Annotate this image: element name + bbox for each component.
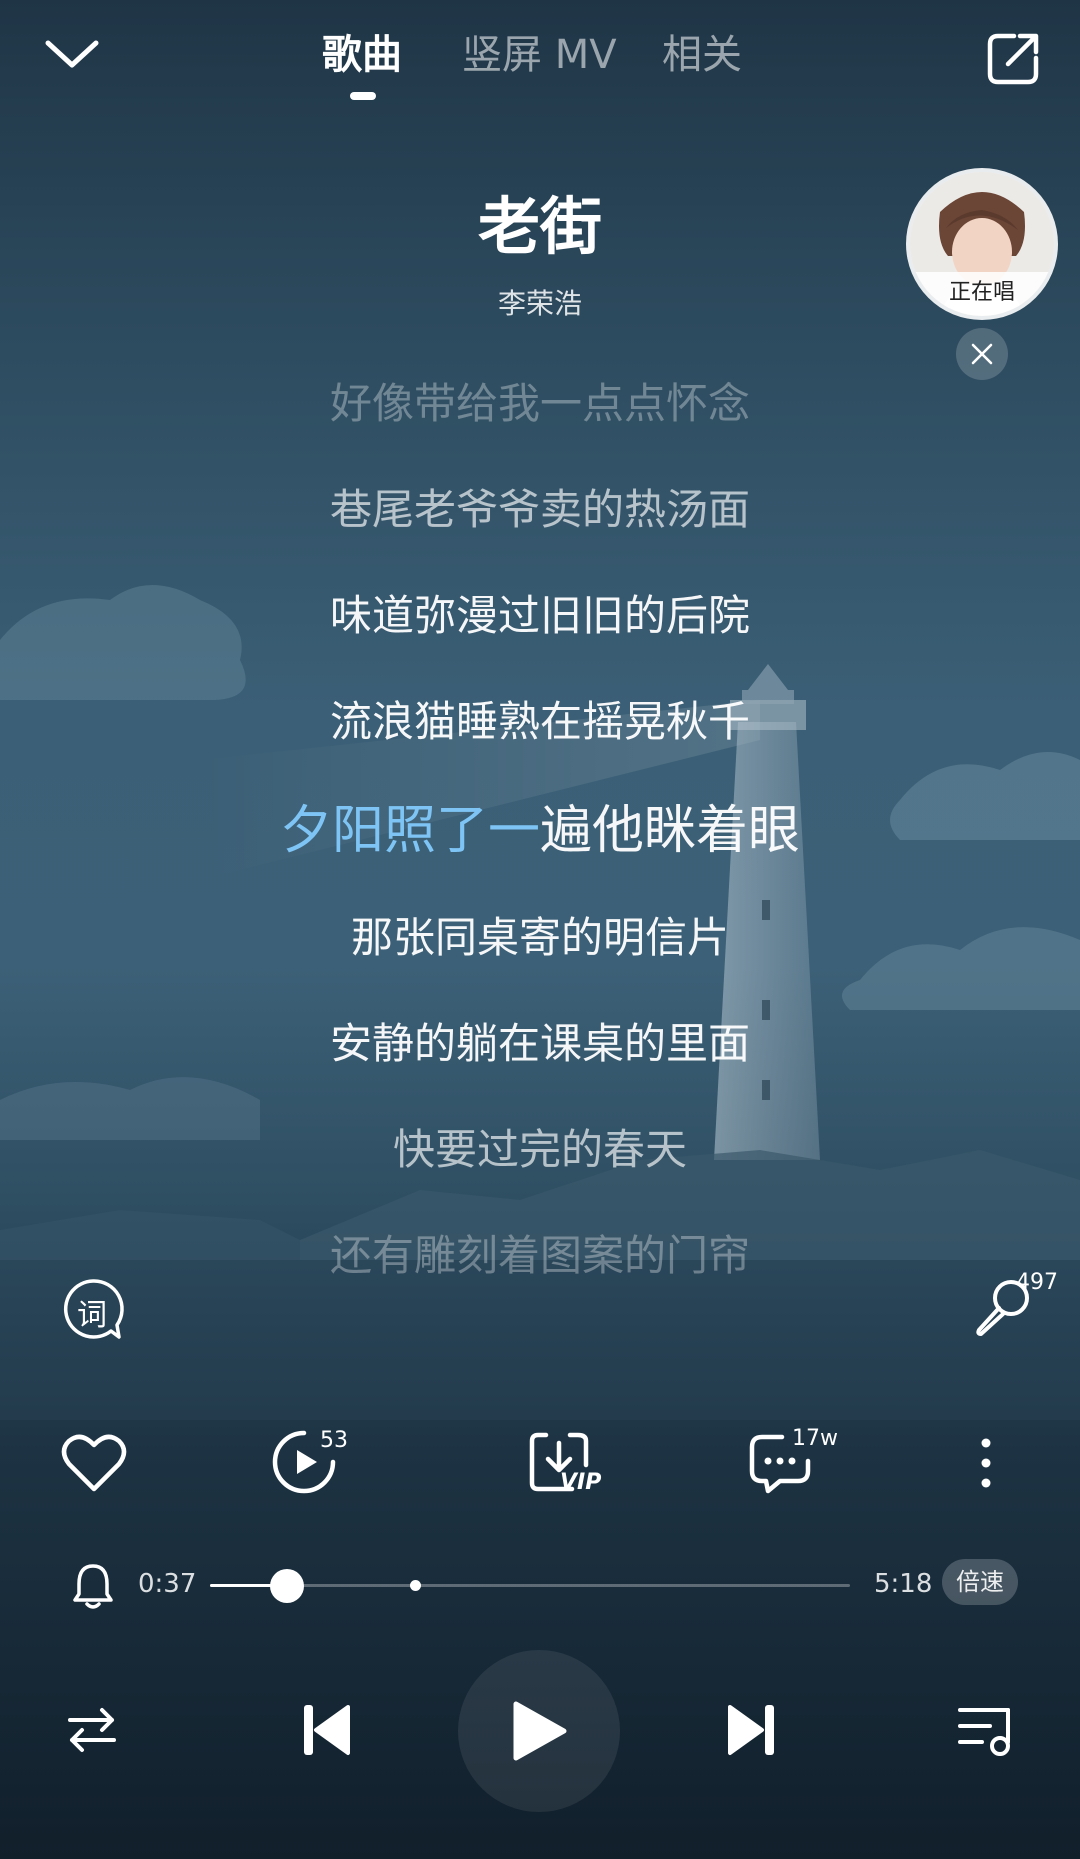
lyrics-mode-button[interactable]: 词 (60, 1276, 126, 1342)
lyric-line[interactable]: 好像带给我一点点怀念 (0, 370, 1080, 431)
play-icon (513, 1701, 567, 1761)
next-icon (728, 1705, 774, 1755)
previous-icon (304, 1705, 350, 1755)
bell-icon (73, 1564, 113, 1609)
alarm-button[interactable] (68, 1557, 118, 1613)
like-button[interactable] (58, 1430, 130, 1496)
current-lyric-line[interactable]: 夕阳照了一遍他眯着眼 (0, 788, 1080, 863)
playlist-button[interactable] (952, 1698, 1018, 1762)
progress-track[interactable] (210, 1569, 850, 1603)
previous-button[interactable] (296, 1696, 356, 1764)
tab-vertical-mv[interactable]: 竖屏 MV (462, 22, 617, 80)
lyric-line[interactable]: 快要过完的春天 (0, 1116, 1080, 1177)
repeat-icon (68, 1708, 116, 1752)
lyrics-mode-label: 词 (77, 1298, 107, 1333)
download-vip-badge: VIP (560, 1470, 602, 1495)
now-singing-label: 正在唱 (910, 272, 1054, 308)
now-singing-bubble[interactable]: 正在唱 (910, 172, 1054, 316)
lyric-line[interactable]: 流浪猫睡熟在摇晃秋千 (0, 688, 1080, 749)
action-row: 53 VIP 17w (0, 1420, 1080, 1510)
more-vertical-icon (981, 1438, 991, 1488)
tab-related[interactable]: 相关 (662, 22, 742, 80)
lyric-line[interactable]: 巷尾老爷爷卖的热汤面 (0, 476, 1080, 537)
play-button[interactable] (458, 1650, 620, 1812)
heart-icon (61, 1434, 127, 1492)
repeat-button[interactable] (62, 1702, 122, 1758)
playlist-icon (958, 1708, 1010, 1756)
singing-close-button[interactable] (956, 328, 1008, 380)
progress-marker (409, 1580, 421, 1591)
video-count: 53 (320, 1428, 348, 1453)
microphone-icon (976, 1280, 1029, 1336)
more-button[interactable] (966, 1430, 1006, 1496)
current-lyric-sung: 夕阳照了一 (279, 801, 540, 861)
top-bar: 歌曲 竖屏 MV 相关 (0, 0, 1080, 120)
current-lyric-rest: 遍他眯着眼 (540, 801, 801, 861)
tab-indicator (350, 92, 376, 100)
lyric-line[interactable]: 那张同桌寄的明信片 (0, 904, 1080, 965)
lyric-line[interactable]: 安静的躺在课桌的里面 (0, 1010, 1080, 1071)
share-icon (987, 33, 1039, 85)
playback-progress: 0:37 5:18 倍速 (0, 1555, 1080, 1615)
share-button[interactable] (980, 28, 1046, 90)
tab-song[interactable]: 歌曲 (322, 22, 402, 80)
total-time: 5:18 (874, 1569, 933, 1599)
next-button[interactable] (722, 1696, 782, 1764)
tab-bar: 歌曲 竖屏 MV 相关 (0, 22, 1080, 102)
speed-button[interactable]: 倍速 (942, 1559, 1018, 1605)
close-icon (971, 343, 993, 365)
playback-controls (0, 1650, 1080, 1812)
lyric-line[interactable]: 味道弥漫过旧旧的后院 (0, 582, 1080, 643)
comment-count: 17w (792, 1426, 838, 1451)
progress-thumb[interactable] (269, 1569, 304, 1603)
karaoke-button[interactable] (966, 1272, 1042, 1342)
current-time: 0:37 (138, 1569, 197, 1599)
lyric-line[interactable]: 还有雕刻着图案的门帘 (0, 1222, 1080, 1283)
